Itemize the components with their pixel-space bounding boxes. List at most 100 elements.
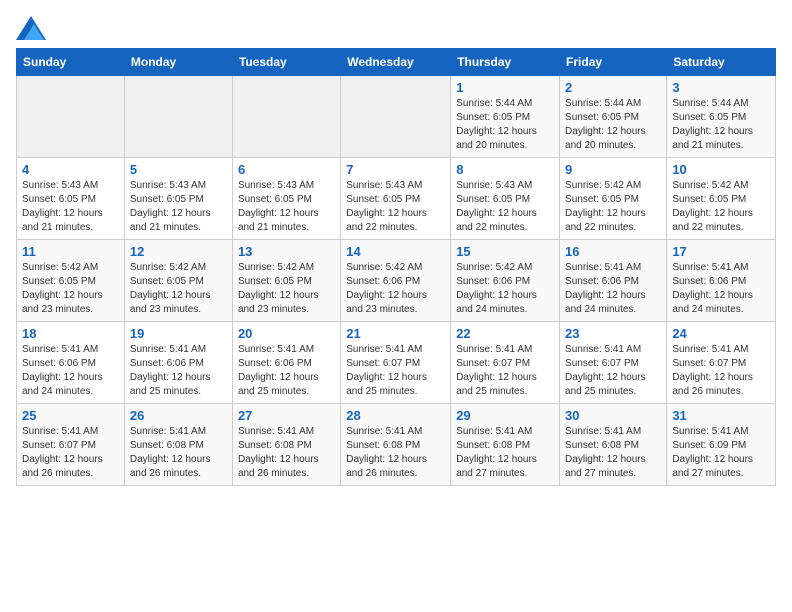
day-number: 23 xyxy=(565,326,661,341)
day-number: 14 xyxy=(346,244,445,259)
calendar-cell: 22 Sunrise: 5:41 AM Sunset: 6:07 PM Dayli… xyxy=(451,322,560,404)
calendar-cell: 17 Sunrise: 5:41 AM Sunset: 6:06 PM Dayli… xyxy=(667,240,776,322)
day-info: Sunrise: 5:41 AM Sunset: 6:07 PM Dayligh… xyxy=(672,343,770,399)
calendar-cell: 20 Sunrise: 5:41 AM Sunset: 6:06 PM Dayli… xyxy=(232,322,340,404)
calendar-cell: 21Sunrise: 5:41 AM Sunset: 6:07 PM Dayli… xyxy=(341,322,451,404)
logo-icon xyxy=(16,16,46,40)
day-number: 24 xyxy=(672,326,770,341)
day-info: Sunrise: 5:44 AM Sunset: 6:05 PM Dayligh… xyxy=(672,97,770,153)
day-info: Sunrise: 5:41 AM Sunset: 6:06 PM Dayligh… xyxy=(238,343,335,399)
day-info: Sunrise: 5:43 AM Sunset: 6:05 PM Dayligh… xyxy=(456,179,554,235)
calendar-cell: 30 Sunrise: 5:41 AM Sunset: 6:08 PM Dayli… xyxy=(560,404,667,486)
day-info: Sunrise: 5:42 AM Sunset: 6:05 PM Dayligh… xyxy=(22,261,119,317)
calendar-cell: 4 Sunrise: 5:43 AM Sunset: 6:05 PM Daylig… xyxy=(17,158,125,240)
day-info: Sunrise: 5:41 AM Sunset: 6:06 PM Dayligh… xyxy=(565,261,661,317)
calendar-cell: 5Sunrise: 5:43 AM Sunset: 6:05 PM Daylig… xyxy=(124,158,232,240)
day-number: 17 xyxy=(672,244,770,259)
day-info: Sunrise: 5:41 AM Sunset: 6:08 PM Dayligh… xyxy=(346,425,445,481)
calendar-cell: 26 Sunrise: 5:41 AM Sunset: 6:08 PM Dayli… xyxy=(124,404,232,486)
logo xyxy=(16,16,48,40)
calendar-cell: 25Sunrise: 5:41 AM Sunset: 6:07 PM Dayli… xyxy=(17,404,125,486)
day-info: Sunrise: 5:42 AM Sunset: 6:05 PM Dayligh… xyxy=(565,179,661,235)
calendar-cell: 23 Sunrise: 5:41 AM Sunset: 6:07 PM Dayli… xyxy=(560,322,667,404)
header-friday: Friday xyxy=(560,49,667,76)
calendar-cell: 11 Sunrise: 5:42 AM Sunset: 6:05 PM Dayli… xyxy=(17,240,125,322)
week-row-3: 11 Sunrise: 5:42 AM Sunset: 6:05 PM Dayli… xyxy=(17,240,776,322)
page-header xyxy=(16,16,776,40)
day-info: Sunrise: 5:42 AM Sunset: 6:05 PM Dayligh… xyxy=(130,261,227,317)
day-info: Sunrise: 5:41 AM Sunset: 6:07 PM Dayligh… xyxy=(456,343,554,399)
calendar-cell: 16 Sunrise: 5:41 AM Sunset: 6:06 PM Dayli… xyxy=(560,240,667,322)
day-info: Sunrise: 5:41 AM Sunset: 6:06 PM Dayligh… xyxy=(130,343,227,399)
week-row-4: 18Sunrise: 5:41 AM Sunset: 6:06 PM Dayli… xyxy=(17,322,776,404)
calendar-cell xyxy=(17,76,125,158)
day-number: 7 xyxy=(346,162,445,177)
week-row-2: 4 Sunrise: 5:43 AM Sunset: 6:05 PM Daylig… xyxy=(17,158,776,240)
day-info: Sunrise: 5:41 AM Sunset: 6:06 PM Dayligh… xyxy=(22,343,119,399)
calendar-cell: 28 Sunrise: 5:41 AM Sunset: 6:08 PM Dayli… xyxy=(341,404,451,486)
day-info: Sunrise: 5:43 AM Sunset: 6:05 PM Dayligh… xyxy=(346,179,445,235)
day-number: 31 xyxy=(672,408,770,423)
calendar-cell: 3Sunrise: 5:44 AM Sunset: 6:05 PM Daylig… xyxy=(667,76,776,158)
calendar-cell: 18Sunrise: 5:41 AM Sunset: 6:06 PM Dayli… xyxy=(17,322,125,404)
week-row-5: 25Sunrise: 5:41 AM Sunset: 6:07 PM Dayli… xyxy=(17,404,776,486)
day-info: Sunrise: 5:41 AM Sunset: 6:06 PM Dayligh… xyxy=(672,261,770,317)
day-number: 27 xyxy=(238,408,335,423)
day-info: Sunrise: 5:43 AM Sunset: 6:05 PM Dayligh… xyxy=(22,179,119,235)
calendar-cell: 10 Sunrise: 5:42 AM Sunset: 6:05 PM Dayli… xyxy=(667,158,776,240)
header-saturday: Saturday xyxy=(667,49,776,76)
day-number: 12 xyxy=(130,244,227,259)
week-row-1: 1 Sunrise: 5:44 AM Sunset: 6:05 PM Daylig… xyxy=(17,76,776,158)
calendar-cell: 24 Sunrise: 5:41 AM Sunset: 6:07 PM Dayli… xyxy=(667,322,776,404)
header-monday: Monday xyxy=(124,49,232,76)
day-info: Sunrise: 5:41 AM Sunset: 6:08 PM Dayligh… xyxy=(565,425,661,481)
day-info: Sunrise: 5:41 AM Sunset: 6:07 PM Dayligh… xyxy=(22,425,119,481)
day-info: Sunrise: 5:41 AM Sunset: 6:07 PM Dayligh… xyxy=(565,343,661,399)
day-number: 28 xyxy=(346,408,445,423)
calendar-cell: 19 Sunrise: 5:41 AM Sunset: 6:06 PM Dayli… xyxy=(124,322,232,404)
day-number: 11 xyxy=(22,244,119,259)
day-info: Sunrise: 5:41 AM Sunset: 6:09 PM Dayligh… xyxy=(672,425,770,481)
day-number: 8 xyxy=(456,162,554,177)
day-info: Sunrise: 5:41 AM Sunset: 6:08 PM Dayligh… xyxy=(130,425,227,481)
calendar-cell: 15Sunrise: 5:42 AM Sunset: 6:06 PM Dayli… xyxy=(451,240,560,322)
calendar-cell: 7 Sunrise: 5:43 AM Sunset: 6:05 PM Daylig… xyxy=(341,158,451,240)
calendar-cell: 29 Sunrise: 5:41 AM Sunset: 6:08 PM Dayli… xyxy=(451,404,560,486)
day-info: Sunrise: 5:41 AM Sunset: 6:08 PM Dayligh… xyxy=(456,425,554,481)
calendar-cell xyxy=(232,76,340,158)
calendar-cell: 31 Sunrise: 5:41 AM Sunset: 6:09 PM Dayli… xyxy=(667,404,776,486)
calendar-cell: 2Sunrise: 5:44 AM Sunset: 6:05 PM Daylig… xyxy=(560,76,667,158)
day-number: 30 xyxy=(565,408,661,423)
day-number: 19 xyxy=(130,326,227,341)
calendar-cell: 13 Sunrise: 5:42 AM Sunset: 6:05 PM Dayli… xyxy=(232,240,340,322)
day-number: 4 xyxy=(22,162,119,177)
calendar-cell xyxy=(124,76,232,158)
day-info: Sunrise: 5:43 AM Sunset: 6:05 PM Dayligh… xyxy=(238,179,335,235)
day-info: Sunrise: 5:42 AM Sunset: 6:05 PM Dayligh… xyxy=(238,261,335,317)
calendar-cell: 14 Sunrise: 5:42 AM Sunset: 6:06 PM Dayli… xyxy=(341,240,451,322)
calendar-table: SundayMondayTuesdayWednesdayThursdayFrid… xyxy=(16,48,776,486)
header-wednesday: Wednesday xyxy=(341,49,451,76)
day-number: 1 xyxy=(456,80,554,95)
header-tuesday: Tuesday xyxy=(232,49,340,76)
day-number: 16 xyxy=(565,244,661,259)
day-number: 6 xyxy=(238,162,335,177)
calendar-cell: 12 Sunrise: 5:42 AM Sunset: 6:05 PM Dayli… xyxy=(124,240,232,322)
day-info: Sunrise: 5:41 AM Sunset: 6:07 PM Dayligh… xyxy=(346,343,445,399)
day-number: 10 xyxy=(672,162,770,177)
day-number: 29 xyxy=(456,408,554,423)
calendar-cell: 9 Sunrise: 5:42 AM Sunset: 6:05 PM Daylig… xyxy=(560,158,667,240)
day-number: 20 xyxy=(238,326,335,341)
day-number: 22 xyxy=(456,326,554,341)
day-info: Sunrise: 5:43 AM Sunset: 6:05 PM Dayligh… xyxy=(130,179,227,235)
day-info: Sunrise: 5:42 AM Sunset: 6:06 PM Dayligh… xyxy=(346,261,445,317)
calendar-cell: 27Sunrise: 5:41 AM Sunset: 6:08 PM Dayli… xyxy=(232,404,340,486)
day-info: Sunrise: 5:42 AM Sunset: 6:05 PM Dayligh… xyxy=(672,179,770,235)
day-number: 9 xyxy=(565,162,661,177)
calendar-cell xyxy=(341,76,451,158)
day-number: 13 xyxy=(238,244,335,259)
day-number: 26 xyxy=(130,408,227,423)
header-thursday: Thursday xyxy=(451,49,560,76)
header-sunday: Sunday xyxy=(17,49,125,76)
day-info: Sunrise: 5:44 AM Sunset: 6:05 PM Dayligh… xyxy=(456,97,554,153)
